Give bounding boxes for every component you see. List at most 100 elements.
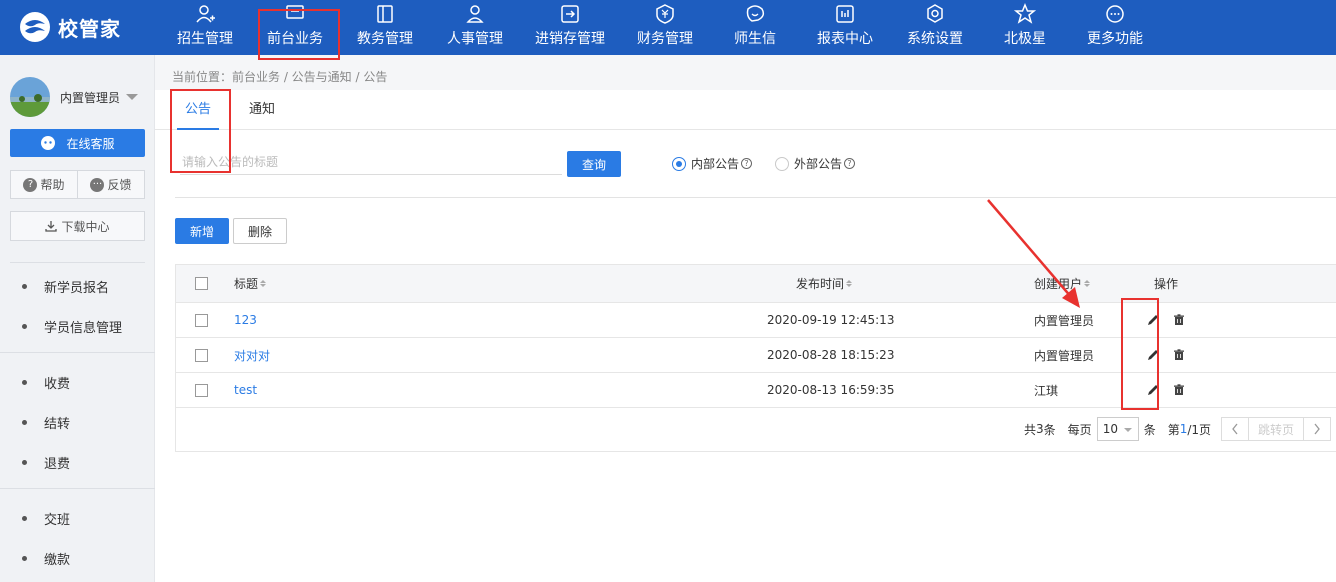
header-time[interactable]: 发布时间 — [796, 265, 853, 302]
download-center-label: 下载中心 — [61, 219, 110, 234]
sidebar-item-charge[interactable]: 收费 — [22, 373, 70, 392]
sidebar-item-label: 退费 — [44, 457, 71, 472]
logo-icon — [20, 12, 50, 42]
bullet-icon — [22, 556, 27, 561]
bullet-icon — [22, 380, 27, 385]
nav-item-4[interactable]: 进销存管理 — [520, 0, 620, 55]
row-title-link[interactable]: 123 — [234, 303, 257, 337]
logo[interactable]: 校管家 — [18, 10, 121, 44]
nav-item-8[interactable]: 系统设置 — [890, 0, 980, 55]
radio-internal[interactable]: 内部公告 ? — [672, 155, 753, 172]
row-publish-time: 2020-08-13 16:59:35 — [767, 383, 895, 397]
checkbox-icon — [195, 383, 208, 397]
chevron-down-icon[interactable] — [126, 94, 139, 100]
brand-name: 校管家 — [58, 16, 121, 41]
bullet-icon — [22, 516, 27, 521]
row-checkbox[interactable] — [195, 373, 208, 407]
sidebar-item-refund[interactable]: 退费 — [22, 453, 70, 472]
radio-checked-icon — [672, 156, 686, 171]
question-icon[interactable]: ? — [741, 158, 753, 169]
sidebar-item-transfer[interactable]: 结转 — [22, 413, 70, 432]
user-menu[interactable]: 内置管理员 — [10, 77, 139, 117]
sidebar-item-label: 缴款 — [44, 553, 71, 568]
row-delete-button[interactable] — [1172, 303, 1186, 337]
sidebar-divider — [0, 352, 155, 353]
sidebar-item-label: 学员信息管理 — [44, 321, 123, 336]
feedback-label: 反馈 — [107, 178, 132, 192]
checkbox-icon — [195, 313, 208, 327]
online-service-button[interactable]: 在线客服 — [10, 129, 145, 157]
row-title-link[interactable]: 对对对 — [234, 338, 270, 372]
query-button[interactable]: 查询 — [567, 151, 621, 177]
nav-item-5[interactable]: 财务管理 — [620, 0, 710, 55]
row-publish-time: 2020-09-19 12:45:13 — [767, 313, 895, 327]
delete-button[interactable]: 删除 — [233, 218, 287, 244]
nav-item-6[interactable]: 师生信 — [710, 0, 800, 55]
download-center-button[interactable]: 下载中心 — [10, 211, 145, 241]
row-creator: 江琪 — [1034, 383, 1059, 398]
top-navbar: 校管家 招生管理 前台业务 教务管理 人事管理 进销存管理 财务管理 师生信 报表中心 系统设置… — [0, 0, 1336, 55]
total-suffix: 条 — [1043, 422, 1056, 437]
jump-page-button[interactable]: 跳转页 — [1249, 417, 1304, 441]
book-icon — [377, 5, 393, 23]
nav-item-2[interactable]: 教务管理 — [340, 0, 430, 55]
next-page-button[interactable] — [1303, 417, 1332, 441]
avatar — [10, 77, 50, 117]
yen-icon — [656, 4, 674, 24]
person-add-icon — [196, 5, 215, 23]
pagination: 共 3 条 每页 10 条 第 1 /1页 跳转页 — [1024, 417, 1332, 441]
radio-external[interactable]: 外部公告 ? — [775, 155, 856, 172]
header-time-label: 发布时间 — [796, 277, 845, 291]
nav-item-3[interactable]: 人事管理 — [430, 0, 520, 55]
search-input[interactable] — [180, 150, 562, 175]
radio-unchecked-icon — [775, 156, 789, 171]
report-icon — [836, 5, 854, 23]
more-icon — [1106, 5, 1124, 23]
trash-icon — [1174, 384, 1184, 395]
select-all-checkbox[interactable] — [195, 265, 208, 302]
header-ops: 操作 — [1154, 277, 1179, 291]
bullet-icon — [22, 324, 27, 329]
sort-icon — [846, 280, 853, 287]
total-prefix: 共 — [1024, 422, 1037, 437]
nav-item-7[interactable]: 报表中心 — [800, 0, 890, 55]
bullet-icon — [22, 420, 27, 425]
question-icon[interactable]: ? — [844, 158, 856, 169]
nav-item-10[interactable]: 更多功能 — [1070, 0, 1160, 55]
help-button[interactable]: ? 帮助 — [10, 170, 78, 199]
help-label: 帮助 — [40, 178, 65, 192]
per-page-select[interactable]: 10 — [1096, 417, 1139, 441]
sidebar-item-student-info[interactable]: 学员信息管理 — [22, 317, 122, 336]
header-title[interactable]: 标题 — [234, 265, 267, 302]
section-divider — [175, 197, 1336, 198]
per-page-suffix: 条 — [1143, 422, 1156, 437]
row-checkbox[interactable] — [195, 303, 208, 337]
table-row: test 2020-08-13 16:59:35 江琪 — [176, 373, 1336, 408]
row-checkbox[interactable] — [195, 338, 208, 372]
nav-item-9[interactable]: 北极星 — [980, 0, 1070, 55]
star-icon — [1014, 3, 1036, 24]
feedback-button[interactable]: ··· 反馈 — [78, 170, 145, 199]
sidebar-item-new-student[interactable]: 新学员报名 — [22, 277, 109, 296]
gear-icon — [927, 4, 943, 23]
row-publish-time: 2020-08-28 18:15:23 — [767, 348, 895, 362]
add-button[interactable]: 新增 — [175, 218, 229, 244]
chat-bubble-icon — [41, 136, 56, 150]
sidebar-item-payment[interactable]: 缴款 — [22, 549, 70, 568]
sidebar-item-shift[interactable]: 交班 — [22, 509, 70, 528]
row-delete-button[interactable] — [1172, 338, 1186, 372]
nav-item-label: 报表中心 — [817, 31, 873, 47]
nav-item-0[interactable]: 招生管理 — [160, 0, 250, 55]
row-title-link[interactable]: test — [234, 373, 257, 407]
tab-notice[interactable]: 通知 — [248, 90, 276, 130]
question-icon: ? — [23, 177, 38, 192]
nav-item-label: 系统设置 — [907, 31, 963, 47]
bullet-icon — [22, 284, 27, 289]
prev-page-button[interactable] — [1221, 417, 1250, 441]
tab-bar: 公告 通知 — [155, 90, 1336, 130]
row-delete-button[interactable] — [1172, 373, 1186, 407]
sidebar-divider — [10, 262, 145, 263]
sidebar-item-label: 收费 — [44, 377, 71, 392]
checkbox-icon — [195, 277, 208, 290]
radio-internal-label: 内部公告 — [691, 157, 740, 171]
